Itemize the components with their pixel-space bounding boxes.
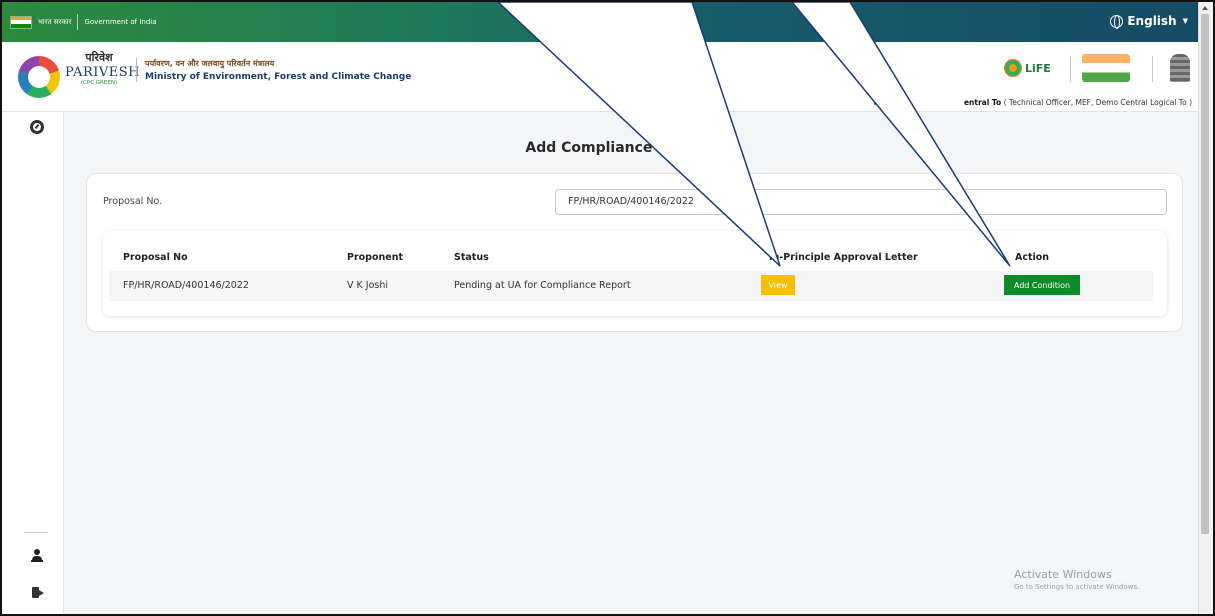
brand-hindi: परिवेश <box>85 51 113 64</box>
add-condition-button[interactable]: Add Condition <box>1004 275 1080 295</box>
welcome-user: entral To <box>963 98 1002 107</box>
page-scrollbar[interactable] <box>1198 2 1211 614</box>
column-header: Proposal No <box>123 252 188 263</box>
welcome-role: ( Technical Officer, MEF, Demo Central L… <box>1003 98 1192 107</box>
government-bar: भारत सरकार Government of India English ▼ <box>2 2 1200 42</box>
globe-icon <box>1110 14 1124 29</box>
proposal-table: Proposal No Proponent Status In-Principl… <box>103 231 1167 316</box>
cell-proposal-no: FP/HR/ROAD/400146/2022 <box>123 280 249 291</box>
national-emblem-icon <box>1170 54 1190 82</box>
cell-status: Pending at UA for Compliance Report <box>454 280 631 291</box>
cell-proponent: V K Joshi <box>347 280 388 291</box>
welcome-text: Welcome entral To ( Technical Officer, M… <box>873 98 1192 107</box>
logout-icon[interactable] <box>30 586 44 600</box>
parivesh-logo-icon[interactable] <box>18 56 60 98</box>
brand-name: PARIVESH <box>65 65 140 80</box>
sidebar <box>2 112 64 614</box>
app-window: भारत सरकार Government of India English ▼… <box>0 0 1215 616</box>
page-title-part1: Add Compliance <box>525 140 653 156</box>
proposal-input[interactable]: FP/HR/ROAD/400146/2022 <box>555 189 1167 215</box>
watermark-line2: Go to Settings to activate Windows. <box>1014 583 1140 591</box>
life-flower-icon <box>1004 59 1022 77</box>
dashboard-icon[interactable] <box>30 120 44 134</box>
activate-windows-watermark: Activate Windows Go to Settings to activ… <box>1014 568 1139 591</box>
column-header: In-Principle Approval Letter <box>769 252 918 263</box>
sidebar-divider <box>24 532 48 533</box>
language-label: English <box>1127 14 1177 28</box>
scroll-up-icon[interactable] <box>1202 6 1208 10</box>
divider <box>1152 56 1153 82</box>
view-letter-button[interactable]: View <box>761 275 795 295</box>
proposal-card: Proposal No. FP/HR/ROAD/400146/2022 Prop… <box>86 173 1183 332</box>
site-header: परिवेश PARIVESH (CPC GREEN) पर्यावरण, वन… <box>2 42 1200 112</box>
life-logo: LiFE <box>1004 54 1060 82</box>
table-row: FP/HR/ROAD/400146/2022 V K Joshi Pending… <box>109 271 1153 301</box>
caret-down-icon: ▼ <box>1182 17 1188 25</box>
india-flag-icon <box>10 15 32 29</box>
welcome-prefix: Welcome <box>872 98 908 107</box>
column-header: Status <box>454 252 489 263</box>
azadi-logo-icon <box>1082 54 1130 82</box>
life-logo-text: LiFE <box>1025 61 1051 75</box>
brand-block[interactable]: परिवेश PARIVESH (CPC GREEN) <box>65 50 140 86</box>
divider <box>1070 56 1071 82</box>
gov-label: Government of India <box>84 18 157 26</box>
user-icon[interactable] <box>30 548 44 562</box>
language-selector[interactable]: English ▼ <box>1110 14 1188 29</box>
brand-sub: (CPC GREEN) <box>80 80 118 86</box>
gov-hindi-label: भारत सरकार <box>38 17 72 26</box>
ministry-hindi: पर्यावरण, वन और जलवायु परिवर्तन मंत्रालय <box>145 59 275 68</box>
page-title-part2: nditions <box>674 140 739 156</box>
proposal-label: Proposal No. <box>103 196 163 207</box>
scroll-thumb[interactable] <box>1201 14 1209 534</box>
column-header: Action <box>1015 252 1050 263</box>
watermark-line1: Activate Windows <box>1014 568 1112 581</box>
ministry-name: Ministry of Environment, Forest and Clim… <box>145 72 412 82</box>
page-title: Add Compliance nditions <box>64 140 1200 156</box>
divider <box>77 14 79 30</box>
ministry-block: पर्यावरण, वन और जलवायु परिवर्तन मंत्रालय… <box>136 58 411 82</box>
column-header: Proponent <box>347 252 404 263</box>
